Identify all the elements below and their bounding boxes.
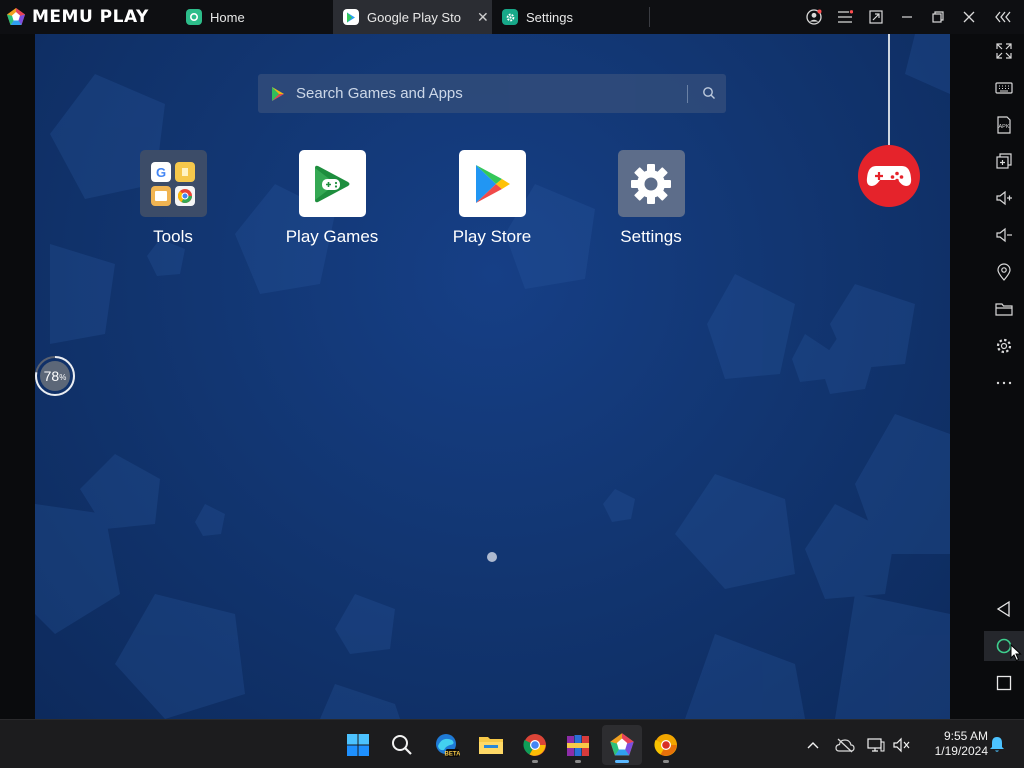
title-bar: MEMU PLAY Home Google Play Store ✕ Setti… (0, 0, 1024, 34)
search-icon[interactable] (701, 85, 717, 101)
search-divider (687, 85, 688, 103)
windows-start-icon[interactable] (338, 725, 378, 765)
tab-divider (649, 7, 650, 27)
play-store-icon (458, 150, 526, 217)
windows-taskbar: BETA 9:55 AM 1/19/2024 (0, 719, 1024, 768)
restore-icon[interactable] (922, 0, 953, 34)
right-frame (950, 34, 984, 719)
tab-label: Home (210, 9, 245, 25)
search-icon[interactable] (382, 725, 422, 765)
svg-text:BETA: BETA (445, 752, 460, 758)
notification-bell-icon[interactable] (986, 720, 1008, 768)
tab-label: Settings (526, 9, 573, 25)
display-icon[interactable] (865, 720, 887, 768)
tab-settings[interactable]: Settings (492, 0, 648, 34)
back-icon[interactable] (984, 594, 1024, 624)
apk-icon[interactable]: APK (984, 110, 1024, 140)
android-home-screen[interactable]: Search Games and Apps G Tools Play Games… (35, 34, 950, 719)
folder-icon[interactable] (984, 294, 1024, 324)
volume-muted-icon[interactable] (891, 720, 913, 768)
svg-text:APK: APK (998, 124, 1009, 130)
running-indicator (575, 760, 581, 763)
settings-icon[interactable] (984, 331, 1024, 361)
app-label: Settings (620, 227, 682, 246)
gamepad-tether (888, 34, 890, 147)
app-label: Play Store (452, 227, 532, 246)
performance-value: 78% (43, 368, 67, 384)
left-frame (0, 34, 35, 719)
close-tab-icon[interactable]: ✕ (477, 9, 489, 26)
keyboard-icon[interactable] (984, 73, 1024, 103)
play-games-icon (298, 150, 366, 217)
clock-time: 9:55 AM (943, 729, 988, 743)
clock-date: 1/19/2024 (934, 744, 988, 758)
play-store-logo-icon (272, 86, 284, 101)
multi-instance-icon[interactable] (984, 146, 1024, 176)
app-label: Tools (153, 227, 193, 246)
mouse-cursor-icon (1010, 644, 1022, 662)
collapse-toolbar-icon[interactable] (988, 0, 1020, 34)
tab-label: Google Play Store (367, 9, 461, 25)
search-bar[interactable]: Search Games and Apps (258, 74, 726, 113)
brand-name: MEMU PLAY (32, 7, 149, 27)
settings-tab-icon (502, 9, 518, 25)
active-indicator (615, 760, 629, 763)
memu-home-icon (186, 9, 202, 25)
minimize-icon[interactable] (891, 0, 922, 34)
close-icon[interactable] (953, 0, 984, 34)
account-icon[interactable] (798, 0, 829, 34)
chrome-canary-icon[interactable] (646, 725, 686, 765)
app-play-games[interactable]: Play Games (272, 150, 392, 247)
more-icon[interactable] (984, 368, 1024, 398)
gamepad-icon (866, 166, 912, 186)
app-label: Play Games (285, 227, 379, 246)
page-indicator (487, 552, 497, 562)
edge-beta-icon[interactable]: BETA (427, 725, 467, 765)
tools-folder-icon: G (139, 150, 207, 217)
file-explorer-icon[interactable] (471, 725, 511, 765)
recents-icon[interactable] (984, 668, 1024, 698)
volume-down-icon[interactable] (984, 220, 1024, 250)
side-toolbar: APK (984, 34, 1024, 719)
menu-icon[interactable] (829, 0, 860, 34)
memu-icon[interactable] (602, 725, 642, 765)
location-icon[interactable] (984, 257, 1024, 287)
memu-logo-icon (7, 8, 25, 25)
running-indicator (532, 760, 538, 763)
network-offline-icon[interactable] (833, 720, 857, 768)
performance-monitor[interactable]: 78% (34, 355, 76, 397)
fullscreen-icon[interactable] (984, 36, 1024, 66)
app-tools[interactable]: G Tools (113, 150, 233, 247)
wallpaper-pentagons (35, 34, 950, 719)
settings-gear-icon (617, 150, 685, 217)
chrome-icon[interactable] (515, 725, 555, 765)
running-indicator (663, 760, 669, 763)
play-store-tab-icon (343, 9, 359, 25)
volume-up-icon[interactable] (984, 183, 1024, 213)
winrar-icon[interactable] (558, 725, 598, 765)
app-settings[interactable]: Settings (591, 150, 711, 247)
screen-mode-icon[interactable] (860, 0, 891, 34)
gamepad-button[interactable] (858, 145, 920, 207)
svg-text:G: G (156, 165, 166, 180)
app-play-store[interactable]: Play Store (432, 150, 552, 247)
tab-home[interactable]: Home (176, 0, 332, 34)
tab-google-play-store[interactable]: Google Play Store ✕ (333, 0, 492, 34)
brand: MEMU PLAY (0, 0, 180, 34)
search-placeholder: Search Games and Apps (296, 85, 463, 102)
system-clock[interactable]: 9:55 AM 1/19/2024 (918, 729, 988, 759)
chevron-up-icon[interactable] (802, 720, 824, 768)
